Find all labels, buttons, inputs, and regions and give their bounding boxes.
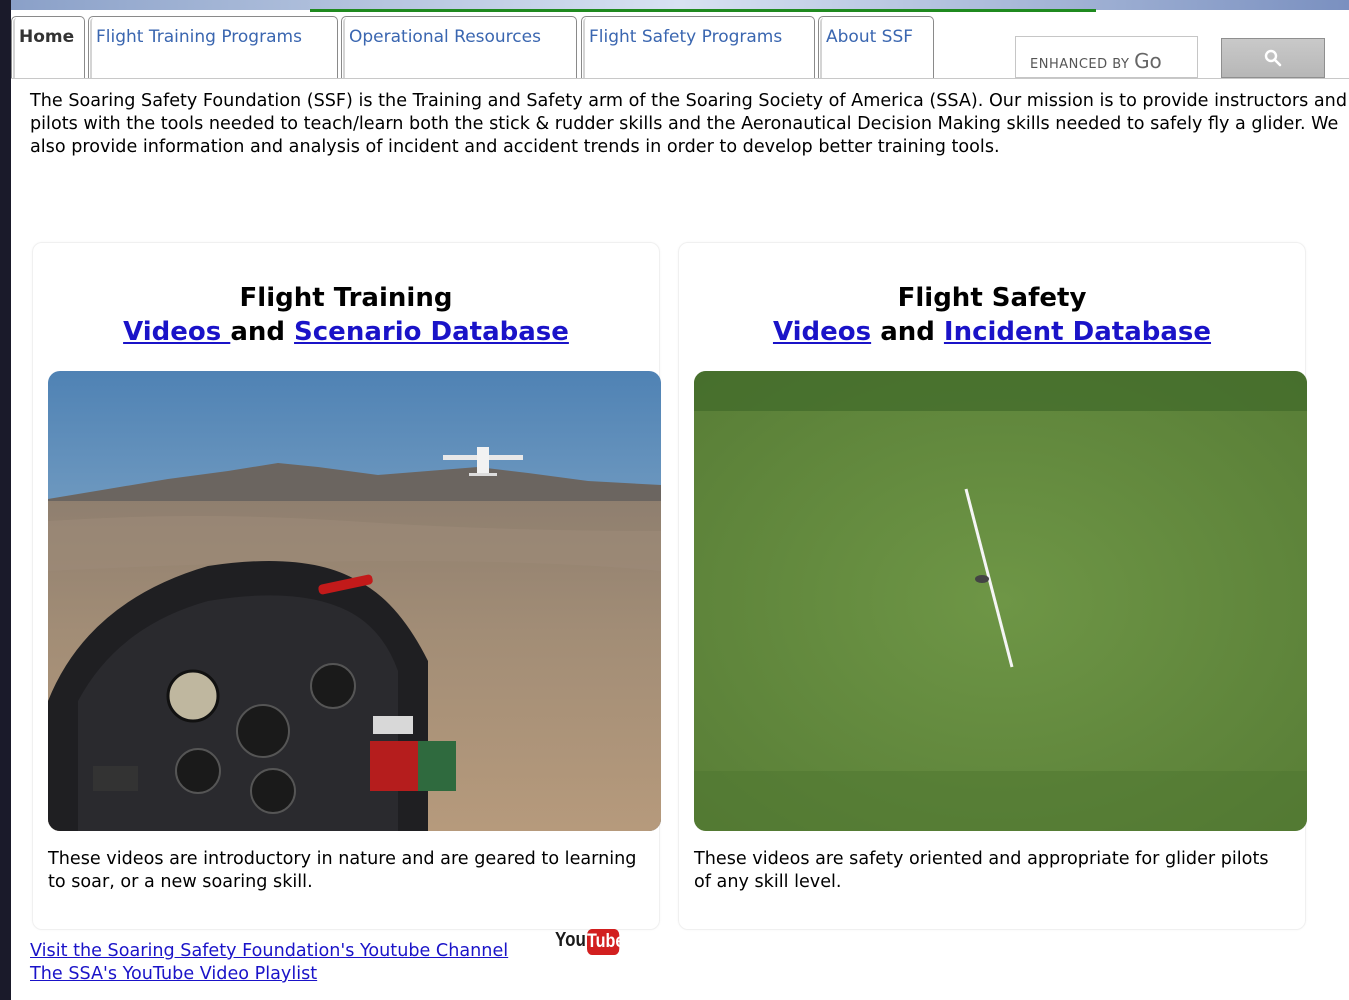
- tab-about-ssf[interactable]: About SSF: [818, 16, 934, 78]
- card-and-text: and: [230, 317, 285, 347]
- cockpit-image: [48, 371, 661, 831]
- search-branding-prefix: ENHANCED BY: [1030, 57, 1130, 72]
- search-button[interactable]: [1221, 38, 1325, 78]
- youtube-logo-tube: Tube: [587, 929, 624, 955]
- training-videos-link[interactable]: Videos: [123, 317, 230, 347]
- card-and-text: and: [880, 317, 935, 347]
- flight-training-description: These videos are introductory in nature …: [48, 849, 637, 892]
- glider-image: [694, 371, 1307, 831]
- search-icon: [1264, 49, 1282, 67]
- youtube-channel-link[interactable]: Visit the Soaring Safety Foundation's Yo…: [30, 940, 508, 963]
- scenario-database-link[interactable]: Scenario Database: [294, 317, 569, 347]
- incident-database-link[interactable]: Incident Database: [944, 317, 1211, 347]
- card-heading: Flight Safety: [897, 283, 1087, 313]
- flight-safety-title: Flight Safety Videos and Incident Databa…: [679, 281, 1305, 349]
- intro-text: The Soaring Safety Foundation (SSF) is t…: [30, 91, 1348, 157]
- card-heading: Flight Training: [239, 283, 453, 313]
- youtube-logo-you: You: [555, 929, 586, 951]
- safety-videos-link[interactable]: Videos: [773, 317, 871, 347]
- cockpit-photo[interactable]: [48, 371, 661, 831]
- youtube-playlist-link[interactable]: The SSA's YouTube Video Playlist: [30, 963, 508, 986]
- flight-safety-description: These videos are safety oriented and app…: [694, 849, 1269, 892]
- youtube-links: Visit the Soaring Safety Foundation's Yo…: [30, 940, 508, 986]
- flight-training-card: Flight Training Videos and Scenario Data…: [32, 242, 661, 930]
- search-input[interactable]: ENHANCED BY Go: [1015, 36, 1198, 78]
- search-branding-go: Go: [1134, 49, 1162, 73]
- tab-flight-safety-programs[interactable]: Flight Safety Programs: [581, 16, 815, 78]
- page: Home Flight Training Programs Operationa…: [11, 12, 1349, 1000]
- flight-safety-card: Flight Safety Videos and Incident Databa…: [678, 242, 1307, 930]
- flight-training-title: Flight Training Videos and Scenario Data…: [33, 281, 659, 349]
- tabs-divider: [11, 78, 1349, 79]
- tab-operational-resources[interactable]: Operational Resources: [341, 16, 577, 78]
- glider-field-photo[interactable]: [694, 371, 1307, 831]
- tab-flight-training-programs[interactable]: Flight Training Programs: [88, 16, 338, 78]
- tab-home[interactable]: Home: [11, 16, 85, 78]
- window-frame: [0, 0, 11, 1000]
